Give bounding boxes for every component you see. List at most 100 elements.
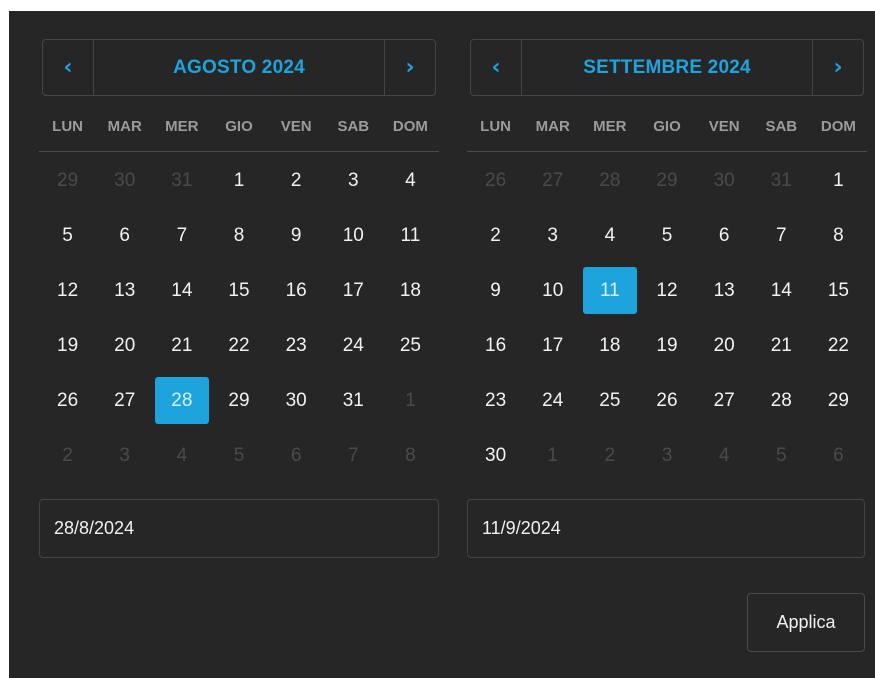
day-cell[interactable]: 23 [467,373,524,428]
day-cell[interactable]: 14 [753,263,810,318]
day-cell[interactable]: 30 [467,428,524,483]
day-cell[interactable]: 26 [638,373,695,428]
prev-month-button[interactable]: ‹ [43,40,94,95]
day-cell[interactable]: 24 [524,373,581,428]
day-cell[interactable]: 10 [325,208,382,263]
day-cell-other-month[interactable]: 3 [96,428,153,483]
day-number: 6 [833,444,844,466]
day-cell[interactable]: 3 [325,153,382,208]
day-cell[interactable]: 7 [753,208,810,263]
day-cell-other-month[interactable]: 4 [153,428,210,483]
day-cell[interactable]: 15 [810,263,867,318]
day-cell[interactable]: 9 [268,208,325,263]
day-cell[interactable]: 18 [581,318,638,373]
day-cell-other-month[interactable]: 29 [638,153,695,208]
day-cell-other-month[interactable]: 31 [153,153,210,208]
day-cell-other-month[interactable]: 7 [325,428,382,483]
day-cell[interactable]: 16 [268,263,325,318]
weekday-header: LUN MAR MER GIO VEN SAB DOM [467,101,867,152]
day-cell-other-month[interactable]: 1 [524,428,581,483]
day-cell[interactable]: 6 [696,208,753,263]
day-cell[interactable]: 30 [268,373,325,428]
weekday-label: DOM [392,117,428,135]
day-cell-other-month[interactable]: 8 [382,428,439,483]
day-cell-other-month[interactable]: 28 [581,153,638,208]
day-cell-other-month[interactable]: 3 [638,428,695,483]
day-cell[interactable]: 5 [638,208,695,263]
end-date-input[interactable] [467,499,865,558]
day-cell[interactable]: 4 [382,153,439,208]
day-cell-other-month[interactable]: 29 [39,153,96,208]
day-cell[interactable]: 27 [96,373,153,428]
day-cell[interactable]: 1 [210,153,267,208]
day-cell[interactable]: 17 [524,318,581,373]
day-cell[interactable]: 10 [524,263,581,318]
day-cell[interactable]: 18 [382,263,439,318]
day-cell[interactable]: 16 [467,318,524,373]
day-cell[interactable]: 3 [524,208,581,263]
day-cell[interactable]: 22 [810,318,867,373]
day-cell-other-month[interactable]: 2 [581,428,638,483]
day-cell-other-month[interactable]: 5 [210,428,267,483]
day-cell[interactable]: 13 [96,263,153,318]
day-cell[interactable]: 4 [581,208,638,263]
day-cell[interactable]: 8 [810,208,867,263]
day-cell-other-month[interactable]: 31 [753,153,810,208]
day-cell[interactable]: 13 [696,263,753,318]
day-cell-selected[interactable]: 11 [581,263,638,318]
day-cell-other-month[interactable]: 26 [467,153,524,208]
day-cell[interactable]: 20 [96,318,153,373]
day-number: 11 [400,224,421,246]
day-cell[interactable]: 1 [810,153,867,208]
day-cell[interactable]: 2 [268,153,325,208]
day-cell[interactable]: 24 [325,318,382,373]
day-cell[interactable]: 9 [467,263,524,318]
day-cell[interactable]: 5 [39,208,96,263]
day-cell-other-month[interactable]: 4 [696,428,753,483]
next-month-button[interactable]: › [384,40,435,95]
day-cell-other-month[interactable]: 30 [96,153,153,208]
day-cell[interactable]: 8 [210,208,267,263]
day-cell[interactable]: 27 [696,373,753,428]
day-cell[interactable]: 19 [39,318,96,373]
day-cell[interactable]: 25 [581,373,638,428]
day-cell[interactable]: 21 [153,318,210,373]
day-cell[interactable]: 2 [467,208,524,263]
day-cell[interactable]: 15 [210,263,267,318]
apply-button[interactable]: Applica [747,593,865,652]
next-month-button[interactable]: › [812,40,863,95]
day-cell[interactable]: 12 [638,263,695,318]
day-cell[interactable]: 7 [153,208,210,263]
day-cell-other-month[interactable]: 6 [268,428,325,483]
day-cell[interactable]: 28 [753,373,810,428]
day-cell[interactable]: 21 [753,318,810,373]
start-date-input[interactable] [39,499,439,558]
month-title[interactable]: AGOSTO 2024 [94,40,384,95]
day-cell-other-month[interactable]: 2 [39,428,96,483]
day-cell[interactable]: 17 [325,263,382,318]
day-cell[interactable]: 26 [39,373,96,428]
day-cell[interactable]: 12 [39,263,96,318]
day-cell[interactable]: 14 [153,263,210,318]
day-cell[interactable]: 23 [268,318,325,373]
day-cell-other-month[interactable]: 27 [524,153,581,208]
day-cell-other-month[interactable]: 30 [696,153,753,208]
day-cell-selected[interactable]: 28 [153,373,210,428]
prev-month-button[interactable]: ‹ [471,40,522,95]
day-cell[interactable]: 20 [696,318,753,373]
day-cell[interactable]: 29 [210,373,267,428]
weekday-label: SAB [765,117,798,135]
day-cell-other-month[interactable]: 5 [753,428,810,483]
day-cell[interactable]: 22 [210,318,267,373]
day-number: 10 [542,279,564,301]
day-cell-other-month[interactable]: 1 [382,373,439,428]
day-number: 21 [171,334,193,356]
day-cell[interactable]: 19 [638,318,695,373]
day-cell[interactable]: 29 [810,373,867,428]
day-cell[interactable]: 31 [325,373,382,428]
month-title[interactable]: SETTEMBRE 2024 [522,40,812,95]
day-cell[interactable]: 6 [96,208,153,263]
day-cell-other-month[interactable]: 6 [810,428,867,483]
day-cell[interactable]: 11 [382,208,439,263]
day-cell[interactable]: 25 [382,318,439,373]
